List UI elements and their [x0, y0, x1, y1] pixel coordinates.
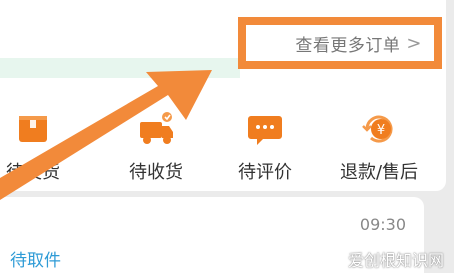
action-to-review[interactable]: 待评价 [220, 110, 310, 184]
svg-text:¥: ¥ [377, 123, 385, 138]
truck-icon [136, 110, 176, 148]
pending-pickup-status[interactable]: 待取件 [10, 246, 61, 271]
action-refund-aftersale[interactable]: ¥ 退款/售后 [334, 110, 424, 184]
action-label: 待评价 [238, 162, 292, 183]
view-more-orders-label: 查看更多订单 [295, 35, 401, 56]
chevron-right-icon: > [406, 32, 422, 54]
view-more-orders-link[interactable]: 查看更多订单 > [238, 17, 442, 69]
timestamp: 09:30 [359, 215, 406, 234]
order-card: 查看更多订单 > 待发货 待收货 待评价 ¥ 退款/售后 [0, 0, 446, 191]
action-label: 退款/售后 [339, 162, 419, 183]
box-icon [13, 110, 53, 148]
highlight-strip [0, 58, 240, 78]
action-label: 待发货 [6, 162, 60, 183]
refund-icon: ¥ [359, 110, 399, 148]
comment-icon [245, 110, 285, 148]
watermark: 爱创根知识网 [347, 251, 444, 270]
action-label: 待收货 [129, 162, 183, 183]
action-to-ship[interactable]: 待发货 [0, 110, 78, 184]
action-to-receive[interactable]: 待收货 [111, 110, 201, 184]
